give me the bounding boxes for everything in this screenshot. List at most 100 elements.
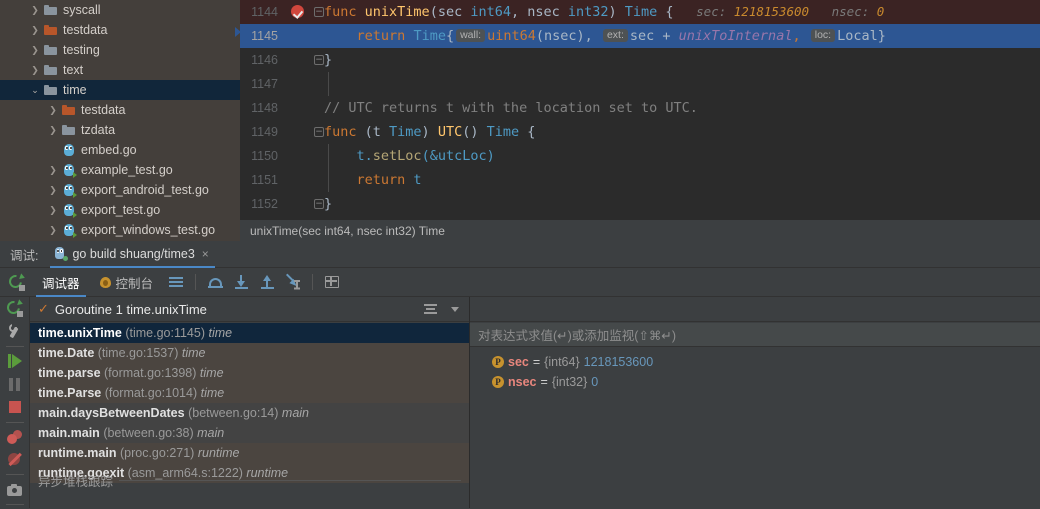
stop-button[interactable] — [0, 396, 30, 419]
frame-row[interactable]: runtime.main (proc.go:271) runtime — [30, 443, 469, 463]
evaluate-expression-button[interactable] — [319, 268, 345, 297]
inline-nsec-val: 0 — [876, 4, 885, 19]
code-line[interactable]: 1146 − } — [240, 48, 1040, 72]
fold-marker-end-icon[interactable]: − — [314, 199, 324, 209]
chevron-right-icon[interactable]: ❯ — [46, 180, 60, 200]
goroutine-selector[interactable]: ✓ Goroutine 1 time.unixTime — [30, 297, 469, 322]
project-tree[interactable]: ❯ syscall ❯ testdata ❯ testing ❯ text ⌄ time ❯ test… — [0, 0, 240, 241]
step-out-button[interactable] — [254, 268, 280, 297]
chevron-right-icon[interactable]: ❯ — [46, 120, 60, 140]
side-settings-button[interactable] — [0, 320, 30, 343]
tree-item-tzdata[interactable]: ❯ tzdata — [0, 120, 240, 140]
code-line[interactable]: 1144 − func unixTime(sec int64, nsec int… — [240, 0, 1040, 24]
frame-row[interactable]: time.parse (format.go:1398) time — [30, 363, 469, 383]
tree-item-label: testdata — [63, 23, 108, 37]
pause-program-button[interactable] — [0, 373, 30, 396]
tree-item-testing[interactable]: ❯ testing — [0, 40, 240, 60]
rerun-button[interactable] — [0, 271, 32, 291]
fold-marker-icon[interactable]: − — [314, 127, 324, 137]
kw-return: return — [356, 28, 406, 44]
chevron-down-icon[interactable] — [451, 306, 459, 312]
setloc-arg: (&utcLoc) — [421, 148, 495, 164]
tree-item-label: export_windows_test.go — [81, 223, 216, 237]
frames-options-icon[interactable] — [424, 303, 437, 315]
tab-console[interactable]: 控制台 — [90, 268, 164, 297]
fold-marker-end-icon[interactable]: − — [314, 55, 324, 65]
evaluate-icon — [325, 276, 340, 288]
view-breakpoints-button[interactable] — [0, 425, 30, 448]
code-line[interactable]: 1150 t.setLoc(&utcLoc) — [240, 144, 1040, 168]
run-configuration-tab[interactable]: go build shuang/time3 × — [50, 241, 216, 268]
code-text: return t — [324, 168, 422, 192]
frame-package: time — [199, 366, 224, 380]
chevron-right-icon[interactable]: ❯ — [46, 160, 60, 180]
fold-marker-icon[interactable]: − — [314, 7, 324, 17]
code-text: t.setLoc(&utcLoc) — [324, 144, 495, 168]
mute-breakpoints-button[interactable] — [0, 448, 30, 471]
run-to-cursor-icon — [286, 275, 301, 289]
recv-t: t. — [356, 148, 373, 164]
code-line[interactable]: 1148 // UTC returns t with the location … — [240, 96, 1040, 120]
frame-row[interactable]: main.daysBetweenDates (between.go:14) ma… — [30, 403, 469, 423]
tree-item-time[interactable]: ⌄ time — [0, 80, 240, 100]
variables-header — [470, 297, 1040, 322]
indent-guide — [328, 72, 329, 96]
var-t: t — [405, 172, 422, 188]
show-execution-point-button[interactable] — [163, 268, 189, 297]
tree-item-testdata[interactable]: ❯ testdata — [0, 100, 240, 120]
chevron-right-icon[interactable]: ❯ — [46, 220, 60, 240]
frame-row[interactable]: main.main (between.go:38) main — [30, 423, 469, 443]
frame-row[interactable]: time.Date (time.go:1537) time — [30, 343, 469, 363]
resume-program-button[interactable] — [0, 350, 30, 373]
code-line[interactable]: 1152 − } — [240, 192, 1040, 216]
breakpoint-icon[interactable] — [291, 5, 304, 18]
chevron-right-icon[interactable]: ❯ — [28, 60, 42, 80]
step-into-button[interactable] — [228, 268, 254, 297]
tree-item-export-windows-test-go[interactable]: ❯ export_windows_test.go — [0, 220, 240, 240]
frame-location: (between.go:14) — [188, 406, 279, 420]
close-brace: } — [324, 52, 333, 68]
tree-item-export-test-go[interactable]: ❯ export_test.go — [0, 200, 240, 220]
code-line[interactable]: 1145 return Time{wall: uint64(nsec), ext:… — [240, 24, 1040, 48]
frame-location: (proc.go:271) — [119, 446, 195, 460]
mute-breakpoints-icon — [7, 452, 22, 467]
close-icon[interactable]: × — [200, 247, 209, 261]
chevron-right-icon[interactable]: ❯ — [46, 100, 60, 120]
inline-sec-val: 1218153600 — [733, 4, 810, 19]
variable-row[interactable]: Psec = {int64} 1218153600 — [470, 352, 1040, 372]
tree-item-embed-go[interactable]: embed.go — [0, 140, 240, 160]
tab-debugger[interactable]: 调试器 — [32, 268, 90, 297]
side-rerun-button[interactable] — [0, 297, 30, 320]
screenshot-button[interactable] — [0, 478, 30, 501]
chevron-down-icon[interactable]: ⌄ — [28, 80, 42, 100]
tree-item-example-test-go[interactable]: ❯ example_test.go — [0, 160, 240, 180]
debug-tool-window: 调试: go build shuang/time3 × 调试器 控制台 ✓ Go… — [0, 241, 1040, 509]
resume-icon — [7, 354, 22, 369]
tree-item-export-android-test-go[interactable]: ❯ export_android_test.go — [0, 180, 240, 200]
type-Time: Time — [624, 4, 658, 20]
code-line[interactable]: 1149 − func (t Time) UTC() Time { — [240, 120, 1040, 144]
frame-name: time.parse — [38, 366, 101, 380]
chevron-right-icon[interactable]: ❯ — [28, 40, 42, 60]
code-line[interactable]: 1151 return t — [240, 168, 1040, 192]
chevron-right-icon[interactable]: ❯ — [46, 200, 60, 220]
tree-item-syscall[interactable]: ❯ syscall — [0, 0, 240, 20]
tree-item-text[interactable]: ❯ text — [0, 60, 240, 80]
code-text: func unixTime(sec int64, nsec int32) Tim… — [324, 0, 884, 24]
evaluate-expression-input[interactable]: 对表达式求值(↵)或添加监视(⇧⌘↵) — [470, 323, 1040, 347]
code-editor[interactable]: 1144 − func unixTime(sec int64, nsec int… — [240, 0, 1040, 241]
run-to-cursor-button[interactable] — [280, 268, 306, 297]
step-over-button[interactable] — [202, 268, 228, 297]
tree-item-testdata[interactable]: ❯ testdata — [0, 20, 240, 40]
go-test-file-icon — [60, 163, 77, 178]
frame-name: time.Parse — [38, 386, 102, 400]
ext-c: , — [792, 28, 801, 44]
frame-row[interactable]: time.unixTime (time.go:1145) time — [30, 323, 469, 343]
frame-row[interactable]: time.Parse (format.go:1014) time — [30, 383, 469, 403]
chevron-right-icon[interactable]: ❯ — [28, 0, 42, 20]
chevron-right-icon[interactable]: ❯ — [28, 20, 42, 40]
go-test-file-icon — [60, 203, 77, 218]
variable-row[interactable]: Pnsec = {int32} 0 — [470, 372, 1040, 392]
code-line[interactable]: 1147 — [240, 72, 1040, 96]
check-icon: ✓ — [38, 301, 49, 316]
